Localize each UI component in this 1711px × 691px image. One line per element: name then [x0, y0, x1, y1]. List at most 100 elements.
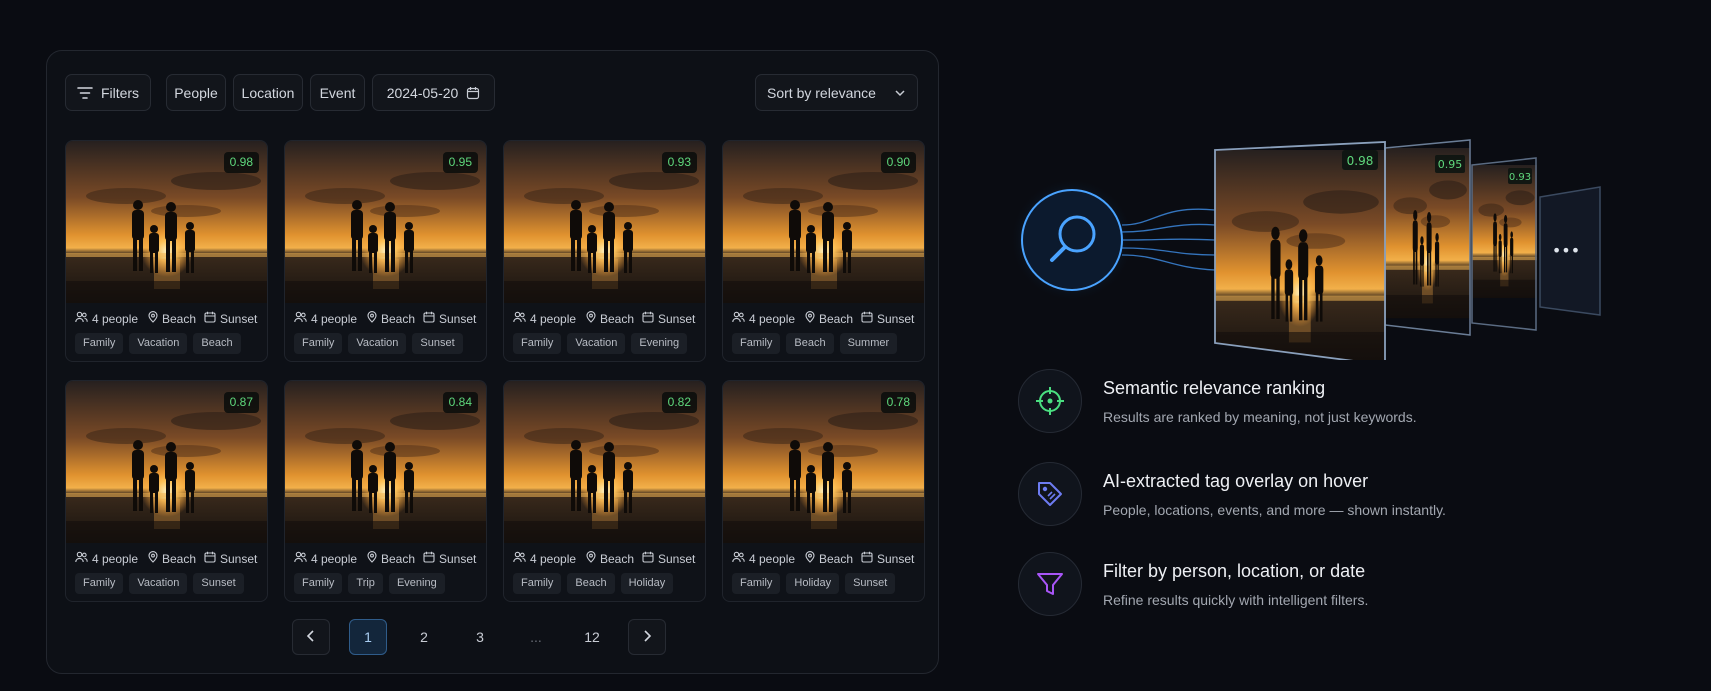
stack-score: 0.98	[1347, 154, 1374, 168]
location-filter-button[interactable]: Location	[233, 74, 303, 111]
photo-metadata: 4 people Beach Sunset	[732, 311, 918, 327]
tag-list: Family Trip Evening	[294, 573, 445, 594]
tag-list: Family Beach Holiday	[513, 573, 674, 594]
result-card[interactable]: 0.87 4 people Beach Sunset Family Vacation Sun…	[65, 380, 268, 602]
tag-chip[interactable]: Trip	[348, 573, 383, 594]
event-meta: Sunset	[204, 311, 257, 326]
tag-chip[interactable]: Holiday	[786, 573, 840, 594]
people-count-label: 4 people	[311, 551, 358, 566]
people-count: 4 people	[732, 311, 795, 326]
relevance-score-badge: 0.93	[661, 152, 697, 173]
people-count: 4 people	[294, 311, 357, 326]
stack-score: 0.95	[1438, 158, 1463, 171]
location-label: Beach	[162, 551, 197, 566]
location-meta: Beach	[586, 551, 634, 566]
next-page-button[interactable]	[628, 619, 666, 655]
tag-chip[interactable]: Beach	[786, 333, 834, 354]
result-card[interactable]: 0.78 4 people Beach Sunset Family Holiday Suns…	[722, 380, 925, 602]
pin-icon	[367, 551, 377, 566]
people-count-label: 4 people	[530, 551, 577, 566]
tag-chip[interactable]: Evening	[388, 573, 445, 594]
tag-chip[interactable]: Sunset	[412, 333, 463, 354]
calendar-icon	[423, 311, 435, 326]
feature-tag-overlay: AI-extracted tag overlay on hover People…	[1018, 462, 1578, 532]
result-card[interactable]: 0.93 4 people Beach Sunset Family Vacation Eve…	[503, 140, 706, 362]
event-filter-label: Event	[319, 84, 356, 101]
result-card[interactable]: 0.98 4 people Beach Sunset Family Vacation Bea…	[65, 140, 268, 362]
tag-chip[interactable]: Evening	[631, 333, 688, 354]
location-meta: Beach	[805, 551, 853, 566]
location-label: Beach	[381, 311, 416, 326]
event-label: Sunset	[658, 311, 696, 326]
tag-chip[interactable]: Family	[294, 333, 343, 354]
page-2-button[interactable]: 2	[405, 619, 443, 655]
relevance-score-badge: 0.98	[223, 152, 259, 173]
people-count: 4 people	[75, 311, 138, 326]
result-card[interactable]: 0.90 4 people Beach Sunset Family Beach Summer	[722, 140, 925, 362]
page-3-button[interactable]: 3	[461, 619, 499, 655]
result-card[interactable]: 0.84 4 people Beach Sunset Family Trip Evening	[284, 380, 487, 602]
card-stack-4: •••	[1539, 186, 1601, 316]
tag-list: Family Vacation Sunset	[75, 573, 244, 594]
tag-chip[interactable]: Summer	[839, 333, 898, 354]
relevance-score-badge: 0.95	[442, 152, 478, 173]
event-meta: Sunset	[861, 551, 914, 566]
tag-icon	[1018, 462, 1082, 526]
pin-icon	[367, 311, 377, 326]
calendar-icon	[466, 86, 480, 100]
sort-dropdown[interactable]: Sort by relevance	[755, 74, 918, 111]
results-grid: 0.98 4 people Beach Sunset Family Vacation Bea…	[65, 140, 925, 602]
tag-chip[interactable]: Vacation	[129, 573, 188, 594]
filters-button[interactable]: Filters	[65, 74, 151, 111]
tag-chip[interactable]: Family	[732, 573, 781, 594]
tag-chip[interactable]: Family	[75, 333, 124, 354]
tag-chip[interactable]: Family	[732, 333, 781, 354]
tag-chip[interactable]: Family	[294, 573, 343, 594]
tag-chip[interactable]: Vacation	[129, 333, 188, 354]
photo-metadata: 4 people Beach Sunset	[294, 311, 480, 327]
tag-chip[interactable]: Family	[513, 573, 562, 594]
result-card[interactable]: 0.82 4 people Beach Sunset Family Beach Holida…	[503, 380, 706, 602]
feature-title: Filter by person, location, or date	[1103, 561, 1366, 581]
people-count: 4 people	[732, 551, 795, 566]
event-meta: Sunset	[204, 551, 257, 566]
relevance-score-badge: 0.87	[223, 392, 259, 413]
calendar-icon	[642, 551, 654, 566]
tag-chip[interactable]: Vacation	[567, 333, 626, 354]
tag-chip[interactable]: Family	[513, 333, 562, 354]
people-filter-button[interactable]: People	[166, 74, 226, 111]
calendar-icon	[204, 551, 216, 566]
tag-chip[interactable]: Beach	[567, 573, 615, 594]
event-meta: Sunset	[642, 311, 695, 326]
tag-chip[interactable]: Sunset	[845, 573, 896, 594]
pin-icon	[805, 311, 815, 326]
pin-icon	[805, 551, 815, 566]
people-count: 4 people	[513, 311, 576, 326]
page-ellipsis: ...	[517, 619, 555, 655]
location-label: Beach	[162, 311, 197, 326]
feature-description: People, locations, events, and more — sh…	[1103, 502, 1446, 518]
location-filter-label: Location	[241, 84, 295, 101]
date-filter-button[interactable]: 2024-05-20	[372, 74, 495, 111]
date-filter-value: 2024-05-20	[386, 84, 459, 101]
location-label: Beach	[600, 551, 635, 566]
calendar-icon	[861, 551, 873, 566]
location-meta: Beach	[148, 311, 196, 326]
tag-chip[interactable]: Beach	[193, 333, 241, 354]
result-card[interactable]: 0.95 4 people Beach Sunset Family Vacation Sun…	[284, 140, 487, 362]
prev-page-button[interactable]	[292, 619, 330, 655]
people-icon	[732, 551, 745, 566]
feature-description: Refine results quickly with intelligent …	[1103, 592, 1369, 608]
tag-chip[interactable]: Holiday	[620, 573, 674, 594]
page-12-button[interactable]: 12	[573, 619, 611, 655]
tag-chip[interactable]: Vacation	[348, 333, 407, 354]
event-meta: Sunset	[861, 311, 914, 326]
photo-metadata: 4 people Beach Sunset	[294, 551, 480, 567]
people-count-label: 4 people	[92, 311, 139, 326]
page-number: 2	[420, 629, 428, 645]
tag-chip[interactable]: Family	[75, 573, 124, 594]
tag-chip[interactable]: Sunset	[193, 573, 244, 594]
page-1-button[interactable]: 1	[349, 619, 387, 655]
relevance-score-badge: 0.78	[880, 392, 916, 413]
event-filter-button[interactable]: Event	[310, 74, 365, 111]
